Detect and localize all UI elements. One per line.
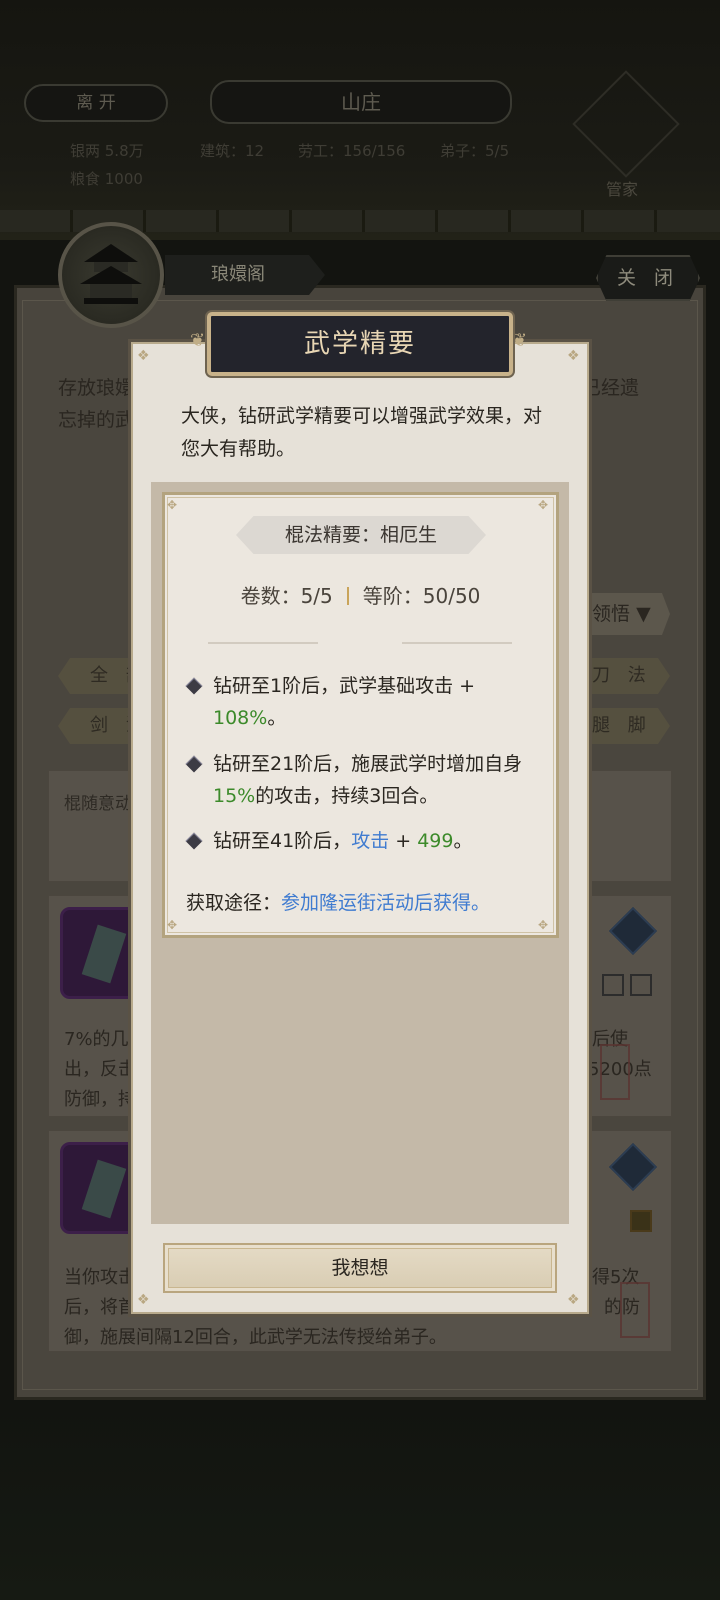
- effect-text: 钻研至1阶后，武学基础攻击 +: [213, 675, 476, 697]
- left-info-2: 粮食 1000: [70, 170, 143, 188]
- corner-ornament-icon: ✥: [167, 918, 178, 932]
- effect-tail: 。: [453, 830, 473, 852]
- list-item-title: 棍随意动: [64, 794, 132, 814]
- acquire-source: 获取途径：参加隆运街活动后获得。: [186, 888, 490, 915]
- effect-tier-1: 钻研至1阶后，武学基础攻击 + 108%。: [213, 670, 533, 734]
- seal-stamp-icon: [620, 1282, 650, 1338]
- header-ornament-icon: ❦: [512, 330, 528, 351]
- filter-dropdown-label: 领悟: [592, 603, 631, 625]
- modal-title: 武学精要: [303, 329, 416, 359]
- card-text: 防御，持: [64, 1089, 136, 1110]
- pavilion-emblem-icon: [58, 222, 164, 328]
- effect-stat: 攻击: [351, 830, 390, 852]
- card-text: 7%的几: [64, 1029, 129, 1050]
- tag-icon: [630, 1210, 652, 1232]
- stats-divider: [346, 587, 349, 605]
- essence-name: 棍法精要：相厄生: [236, 516, 486, 554]
- volumes-count: 卷数：5/5: [240, 584, 333, 608]
- left-info-1: 银两 5.8万: [70, 142, 144, 160]
- card-text: 出，反击: [64, 1059, 136, 1080]
- stat-building: 建筑：12: [200, 142, 265, 160]
- steward-label: 管家: [606, 180, 639, 199]
- effect-plus: +: [389, 830, 418, 852]
- description-right-1: 已经遗: [582, 377, 640, 399]
- description-left-1: 存放琅嬛: [58, 377, 135, 399]
- source-label: 获取途径：: [186, 892, 282, 914]
- effect-value: 108%: [213, 707, 268, 729]
- corner-ornament-icon: ❖: [567, 348, 580, 364]
- card-text: 当你攻击: [64, 1267, 136, 1288]
- corner-ornament-icon: ❖: [137, 348, 150, 364]
- effect-value: 499: [417, 830, 454, 852]
- description-left-2: 忘掉的武: [58, 409, 135, 431]
- bottom-background: [0, 1400, 720, 1600]
- modal-title-plate: 武学精要: [207, 312, 513, 376]
- effect-value: 15%: [213, 785, 256, 807]
- corner-ornament-icon: ✥: [538, 918, 549, 932]
- stat-disciples: 弟子：5/5: [440, 142, 510, 160]
- effect-text: 钻研至21阶后，施展武学时增加自身: [213, 753, 523, 775]
- corner-ornament-icon: ❖: [567, 1292, 580, 1308]
- divider-ornament: [208, 642, 318, 644]
- think-again-button[interactable]: 我想想: [163, 1243, 557, 1293]
- effect-tier-41: 钻研至41阶后，攻击 + 499。: [213, 825, 533, 857]
- stat-workers: 劳工：156/156: [298, 142, 406, 160]
- corner-ornament-icon: ✥: [538, 498, 549, 512]
- divider-ornament: [402, 642, 512, 644]
- essence-stats: 卷数：5/5 等阶：50/50: [162, 580, 559, 609]
- corner-ornament-icon: ✥: [167, 498, 178, 512]
- corner-ornament-icon: ❖: [137, 1292, 150, 1308]
- effect-tail: 的攻击，持续3回合。: [255, 785, 439, 807]
- chevron-down-icon: ▼: [636, 603, 651, 625]
- card-text: 后，将首: [64, 1297, 136, 1318]
- leave-button[interactable]: 离 开: [24, 84, 168, 122]
- seal-stamp-icon: [600, 1044, 630, 1100]
- effect-text: 钻研至41阶后，: [213, 830, 352, 852]
- source-link[interactable]: 参加隆运街活动后获得。: [281, 892, 490, 914]
- rank-level: 等阶：50/50: [362, 584, 481, 608]
- card-text: 御，施展间隔12回合，此武学无法传授给弟子。: [64, 1327, 447, 1348]
- effect-tier-21: 钻研至21阶后，施展武学时增加自身 15%的攻击，持续3回合。: [213, 748, 533, 812]
- tag-icon: [630, 974, 652, 996]
- close-button[interactable]: 关 闭: [596, 255, 700, 301]
- modal-intro-text: 大侠，钻研武学精要可以增强武学效果，对您大有帮助。: [181, 405, 543, 460]
- villa-title: 山庄: [210, 80, 512, 124]
- pavilion-title: 琅嬛阁: [165, 255, 325, 295]
- tag-icon: [602, 974, 624, 996]
- effect-tail: 。: [267, 707, 287, 729]
